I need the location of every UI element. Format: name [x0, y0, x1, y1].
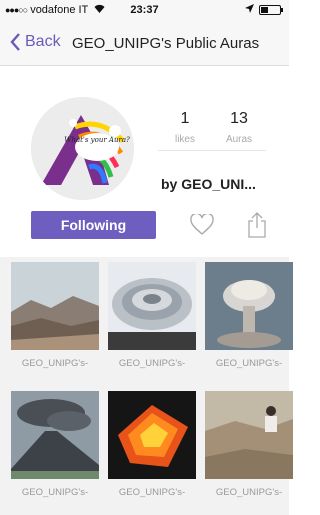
- aura-thumbnail-mountain-landscape: [11, 262, 99, 350]
- back-button[interactable]: Back: [10, 33, 61, 51]
- likes-label: likes: [174, 134, 195, 145]
- battery-level: [261, 7, 268, 13]
- following-button[interactable]: Following: [31, 211, 156, 239]
- aura-caption: GEO_UNIPG's-: [21, 358, 89, 369]
- profile-header: What's your Aura? 1 likes 13 Auras by GE…: [0, 66, 289, 248]
- auras-label: Auras: [225, 134, 253, 145]
- avatar: What's your Aura?: [31, 97, 134, 200]
- aura-tile[interactable]: GEO_UNIPG's-: [205, 262, 293, 369]
- aura-tile[interactable]: GEO_UNIPG's-: [108, 391, 196, 498]
- status-right: [245, 4, 283, 16]
- chevron-left-icon: [10, 33, 20, 51]
- auras-grid: GEO_UNIPG's- GEO_UNIPG's- GEO_UNIPG's- G…: [0, 257, 293, 515]
- stats-divider: [158, 150, 266, 151]
- aura-caption: GEO_UNIPG's-: [21, 487, 89, 498]
- navigation-bar: Back GEO_UNIPG's Public Auras: [0, 20, 289, 66]
- stats: 1 likes 13 Auras: [158, 110, 266, 145]
- likes-count: 1: [180, 110, 190, 127]
- author-name: by GEO_UNI...: [161, 176, 256, 192]
- aura-thumbnail-mushroom-cloud: [205, 262, 293, 350]
- aura-thumbnail-spiral-earth-layers: [108, 262, 196, 350]
- aura-caption: GEO_UNIPG's-: [118, 358, 186, 369]
- battery-icon: [259, 5, 283, 15]
- aura-tile[interactable]: GEO_UNIPG's-: [11, 262, 99, 369]
- avatar-text: What's your Aura?: [64, 136, 130, 144]
- auras-stat[interactable]: 13 Auras: [212, 110, 266, 145]
- auras-count: 13: [230, 110, 248, 127]
- share-icon[interactable]: [246, 211, 268, 239]
- aura-caption: GEO_UNIPG's-: [215, 358, 283, 369]
- back-label: Back: [25, 33, 61, 50]
- aura-thumbnail-lava-block: [108, 391, 196, 479]
- aura-thumbnail-rocky-outcrop-person: [205, 391, 293, 479]
- page-title: GEO_UNIPG's Public Auras: [72, 35, 260, 52]
- aura-tile[interactable]: GEO_UNIPG's-: [11, 391, 99, 498]
- aura-caption: GEO_UNIPG's-: [215, 487, 283, 498]
- location-arrow-icon: [245, 4, 254, 16]
- heart-outline-icon[interactable]: [190, 212, 214, 236]
- aura-thumbnail-erupting-volcano: [11, 391, 99, 479]
- aura-caption: GEO_UNIPG's-: [118, 487, 186, 498]
- likes-stat[interactable]: 1 likes: [158, 110, 212, 145]
- aura-tile[interactable]: GEO_UNIPG's-: [205, 391, 293, 498]
- aura-tile[interactable]: GEO_UNIPG's-: [108, 262, 196, 369]
- status-bar: ●●●○○ vodafone IT 23:37: [0, 0, 289, 20]
